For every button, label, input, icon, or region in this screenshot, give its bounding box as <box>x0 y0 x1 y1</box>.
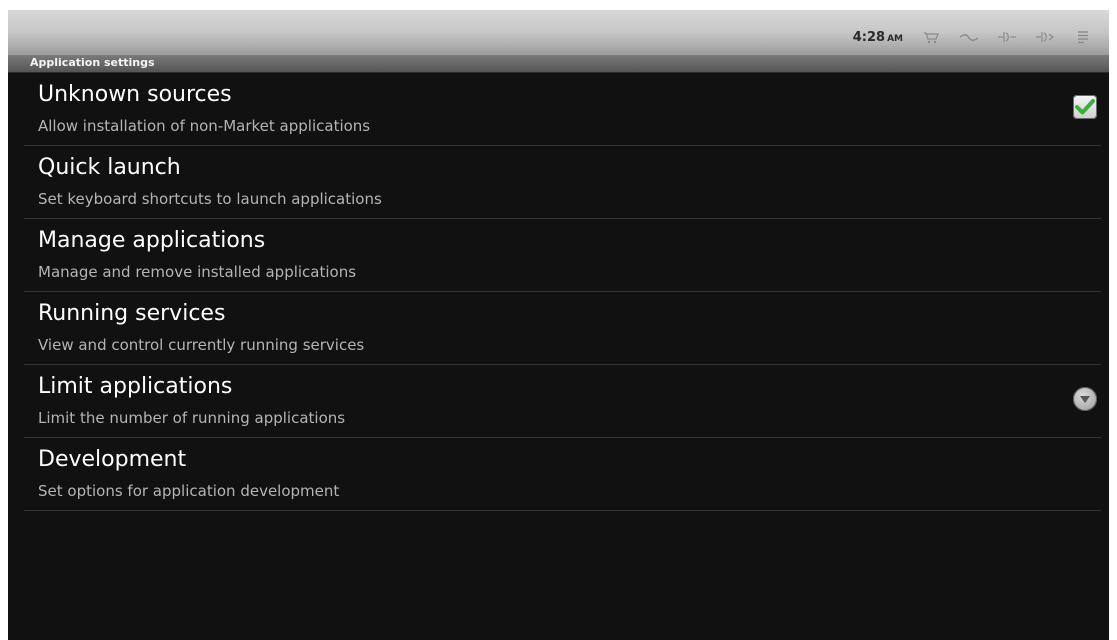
usb-debug-icon <box>1035 30 1055 44</box>
setting-limit-applications[interactable]: Limit applications Limit the number of r… <box>24 365 1101 438</box>
unknown-sources-checkbox[interactable] <box>1073 95 1097 119</box>
setting-running-services[interactable]: Running services View and control curren… <box>24 292 1101 365</box>
market-icon <box>921 30 941 44</box>
setting-title: Running services <box>38 301 226 326</box>
check-icon <box>1075 99 1095 115</box>
usb-debug-icon <box>997 30 1017 44</box>
setting-summary: View and control currently running servi… <box>38 336 365 354</box>
clock-time: 4:28 <box>852 29 886 45</box>
setting-summary: Set options for application development <box>38 482 340 500</box>
setting-title: Unknown sources <box>38 82 232 107</box>
status-bar: 4:28 AM <box>8 10 1109 56</box>
device-screen: 4:28 AM Application settings Unknown sou… <box>8 10 1109 640</box>
setting-summary: Limit the number of running applications <box>38 409 346 427</box>
page-title: Application settings <box>30 56 155 69</box>
chevron-down-icon <box>1080 396 1090 403</box>
notification-icon[interactable] <box>1073 30 1093 44</box>
setting-summary: Set keyboard shortcuts to launch applica… <box>38 190 382 208</box>
status-clock: 4:28 AM <box>853 30 903 45</box>
setting-title: Development <box>38 447 187 472</box>
setting-title: Manage applications <box>38 228 266 253</box>
settings-list: Unknown sources Allow installation of no… <box>24 73 1101 511</box>
setting-development[interactable]: Development Set options for application … <box>24 438 1101 511</box>
setting-title: Quick launch <box>38 155 181 180</box>
dropdown-button[interactable] <box>1073 387 1097 411</box>
checkbox-checked[interactable] <box>1073 95 1097 119</box>
setting-summary: Allow installation of non-Market applica… <box>38 117 371 135</box>
title-bar: Application settings <box>8 55 1109 73</box>
setting-title: Limit applications <box>38 374 233 399</box>
setting-quick-launch[interactable]: Quick launch Set keyboard shortcuts to l… <box>24 146 1101 219</box>
setting-summary: Manage and remove installed applications <box>38 263 357 281</box>
limit-applications-dropdown[interactable] <box>1073 387 1097 411</box>
status-bar-right: 4:28 AM <box>853 28 1093 46</box>
clock-ampm: AM <box>887 33 903 44</box>
setting-manage-applications[interactable]: Manage applications Manage and remove in… <box>24 219 1101 292</box>
usb-icon <box>959 30 979 44</box>
setting-unknown-sources[interactable]: Unknown sources Allow installation of no… <box>24 73 1101 146</box>
